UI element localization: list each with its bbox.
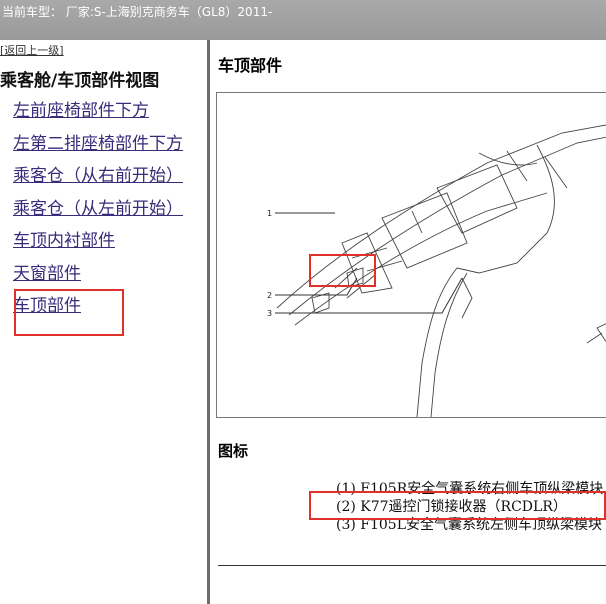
back-link[interactable]: [返回上一级] (0, 42, 64, 58)
nav-link-cabin-left-front[interactable]: 乘客仓（从左前开始） (13, 194, 183, 219)
callout-1: 1 (267, 209, 272, 218)
nav-title: 乘客舱/车顶部件视图 (0, 71, 160, 91)
nav-item: 乘客仓（从左前开始） (13, 194, 183, 227)
nav-link-left-front-seat[interactable]: 左前座椅部件下方 (13, 96, 149, 121)
nav-link-headliner[interactable]: 车顶内衬部件 (13, 226, 115, 251)
roof-diagram: 1 2 3 (216, 92, 606, 418)
nav-item: 天窗部件 (13, 259, 183, 292)
nav-item: 左第二排座椅部件下方 (13, 129, 183, 162)
nav-link-cabin-right-front[interactable]: 乘客仓（从右前开始） (13, 161, 183, 186)
nav-item: 车顶内衬部件 (13, 226, 183, 259)
nav-item: 左前座椅部件下方 (13, 96, 183, 129)
highlight-box-nav-roof (14, 289, 124, 336)
nav-link-left-second-row-seat[interactable]: 左第二排座椅部件下方 (13, 129, 183, 154)
bottom-rule (218, 565, 606, 566)
highlight-box-diagram-receiver (309, 254, 376, 287)
callout-3: 3 (267, 309, 272, 318)
callout-2: 2 (267, 291, 272, 300)
roof-line-drawing: 1 2 3 (267, 124, 606, 417)
nav-item: 乘客仓（从右前开始） (13, 161, 183, 194)
page-title: 车顶部件 (218, 56, 283, 75)
current-vehicle-text: 当前车型： 厂家:S-上海别克商务车（GL8）2011- (2, 5, 273, 19)
legend-title: 图标 (218, 442, 249, 460)
nav-link-sunroof[interactable]: 天窗部件 (13, 259, 81, 284)
highlight-box-legend-item-2 (309, 491, 606, 520)
top-bar: 当前车型： 厂家:S-上海别克商务车（GL8）2011- (0, 0, 606, 40)
